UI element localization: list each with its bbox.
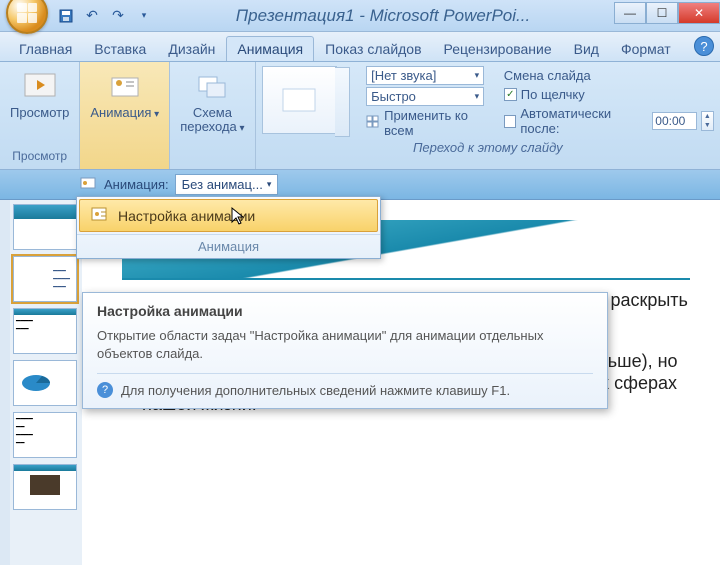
tab-insert[interactable]: Вставка	[83, 36, 157, 61]
sound-value: [Нет звука]	[371, 68, 436, 83]
thumbnail-1[interactable]	[13, 204, 77, 250]
save-icon[interactable]	[58, 8, 74, 24]
custom-animation-icon	[90, 206, 110, 225]
ribbon-tabs: Главная Вставка Дизайн Анимация Показ сл…	[0, 32, 720, 62]
help-button[interactable]: ?	[694, 36, 714, 56]
chevron-down-icon: ▾	[267, 179, 272, 190]
preview-icon	[22, 68, 58, 104]
change-slide-title: Смена слайда	[504, 68, 714, 83]
group-animation: Анимация	[80, 62, 170, 169]
group-scheme: Схема перехода	[170, 62, 255, 169]
checkbox-checked-icon: ✓	[504, 88, 517, 101]
preview-button[interactable]: Просмотр	[8, 66, 71, 122]
transition-scheme-button[interactable]: Схема перехода	[178, 66, 246, 138]
tab-view[interactable]: Вид	[563, 36, 610, 61]
transition-gallery[interactable]	[262, 66, 337, 134]
slide-thumbnails: ━━━━━━━━━━ ━━━━━━━ ━━━━━━━━━━━━	[10, 200, 82, 565]
tab-format[interactable]: Формат	[610, 36, 682, 61]
group-transition: [Нет звука]▾ Быстро▾ Применить ко всем С…	[256, 62, 720, 169]
speed-select[interactable]: Быстро▾	[366, 87, 484, 106]
transition-scheme-icon	[194, 68, 230, 104]
anim-icon	[80, 175, 98, 194]
transition-scheme-label: Схема перехода	[180, 106, 244, 136]
auto-after-label: Автоматически после:	[520, 106, 648, 136]
custom-animation-item[interactable]: Настройка анимации	[79, 199, 378, 232]
tooltip-body: Открытие области задач "Настройка анимац…	[97, 327, 593, 363]
auto-after-time[interactable]: 00:00	[652, 112, 696, 130]
animation-icon	[107, 68, 143, 104]
time-spinner[interactable]: ▲▼	[701, 111, 714, 131]
tab-slideshow[interactable]: Показ слайдов	[314, 36, 432, 61]
help-icon: ?	[97, 382, 113, 398]
thumbnail-2[interactable]: ━━━━━━━━━━	[13, 256, 77, 302]
thumbnail-4[interactable]	[13, 360, 77, 406]
qat-dropdown-icon[interactable]: ▾	[136, 8, 152, 24]
quick-access-toolbar: ↶ ↷ ▾	[58, 8, 152, 24]
ribbon: Просмотр Просмотр Анимация Схема переход…	[0, 62, 720, 170]
tab-review[interactable]: Рецензирование	[433, 36, 563, 61]
maximize-button[interactable]: ☐	[646, 2, 678, 24]
anim-label: Анимация:	[104, 177, 169, 192]
tab-design[interactable]: Дизайн	[157, 36, 226, 61]
checkbox-empty-icon[interactable]	[504, 115, 517, 128]
group-transition-label: Переход к этому слайду	[262, 138, 714, 157]
group-preview: Просмотр Просмотр	[0, 62, 80, 169]
title-bar: ↶ ↷ ▾ Презентация1 - Microsoft PowerPoi.…	[0, 0, 720, 32]
speed-value: Быстро	[371, 89, 416, 104]
window-title: Презентация1 - Microsoft PowerPoi...	[152, 6, 614, 26]
office-button[interactable]	[6, 0, 48, 34]
preview-label: Просмотр	[10, 106, 69, 120]
on-click-checkbox[interactable]: ✓ По щелчку	[504, 87, 714, 102]
animation-menu-section: Анимация	[77, 234, 380, 258]
thumbnail-5[interactable]: ━━━━━━━━━━━━	[13, 412, 77, 458]
close-button[interactable]: ✕	[678, 2, 720, 24]
thumbnail-6[interactable]	[13, 464, 77, 510]
custom-animation-label: Настройка анимации	[118, 208, 255, 224]
tooltip-title: Настройка анимации	[97, 303, 593, 319]
outline-rail	[0, 200, 10, 565]
anim-preset-select[interactable]: Без анимац... ▾	[175, 174, 279, 195]
apply-icon	[366, 115, 380, 132]
on-click-label: По щелчку	[521, 87, 585, 102]
redo-icon[interactable]: ↷	[110, 8, 126, 24]
undo-icon[interactable]: ↶	[84, 8, 100, 24]
tab-animation[interactable]: Анимация	[226, 36, 314, 61]
animation-dropdown[interactable]: Анимация	[88, 66, 161, 124]
group-preview-label: Просмотр	[12, 149, 67, 165]
tab-home[interactable]: Главная	[8, 36, 83, 61]
apply-to-all-label: Применить ко всем	[384, 108, 496, 138]
group-animation-label	[123, 149, 126, 165]
animation-label: Анимация	[90, 106, 159, 122]
tooltip: Настройка анимации Открытие области зада…	[82, 292, 608, 409]
window-buttons: — ☐ ✕	[614, 7, 720, 24]
anim-preset-value: Без анимац...	[182, 177, 263, 192]
apply-to-all-button[interactable]: Применить ко всем	[366, 108, 496, 138]
minimize-button[interactable]: —	[614, 2, 646, 24]
tooltip-help: Для получения дополнительных сведений на…	[121, 383, 510, 398]
sound-select[interactable]: [Нет звука]▾	[366, 66, 484, 85]
thumbnail-3[interactable]: ━━━━━━━	[13, 308, 77, 354]
animation-menu: Настройка анимации Анимация	[76, 196, 381, 259]
